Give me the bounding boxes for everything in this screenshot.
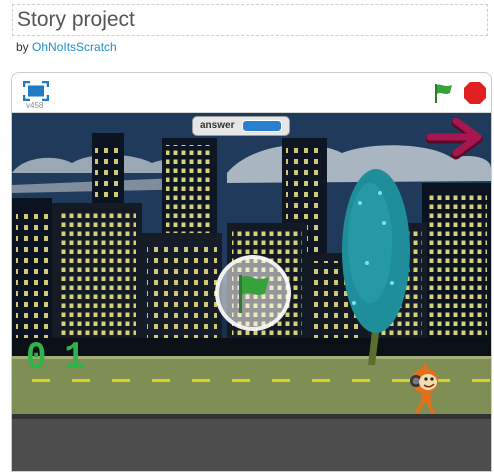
- project-title: Story project: [17, 8, 135, 31]
- answer-variable-monitor: answer: [192, 116, 290, 136]
- project-player: v458 answer 01: [11, 72, 492, 472]
- counter-display: 01: [26, 337, 103, 381]
- start-overlay-button[interactable]: [215, 255, 291, 331]
- author-link[interactable]: OhNoItsScratch: [32, 40, 117, 54]
- stop-sign-icon[interactable]: [463, 81, 487, 105]
- green-flag-icon[interactable]: [432, 81, 456, 105]
- project-title-field[interactable]: Story project: [12, 4, 488, 36]
- answer-label: answer: [200, 120, 235, 131]
- byline-prefix: by: [16, 40, 29, 54]
- byline: by OhNoItsScratch: [16, 40, 117, 54]
- answer-value: [242, 120, 282, 132]
- version-label: v458: [26, 101, 44, 110]
- stage[interactable]: answer 01: [12, 113, 491, 471]
- right-arrow-icon[interactable]: [426, 118, 488, 160]
- green-flag-icon: [239, 275, 269, 313]
- player-controls: v458: [12, 73, 491, 113]
- pico-character-sprite[interactable]: [400, 361, 450, 415]
- fullscreen-icon[interactable]: [23, 81, 49, 101]
